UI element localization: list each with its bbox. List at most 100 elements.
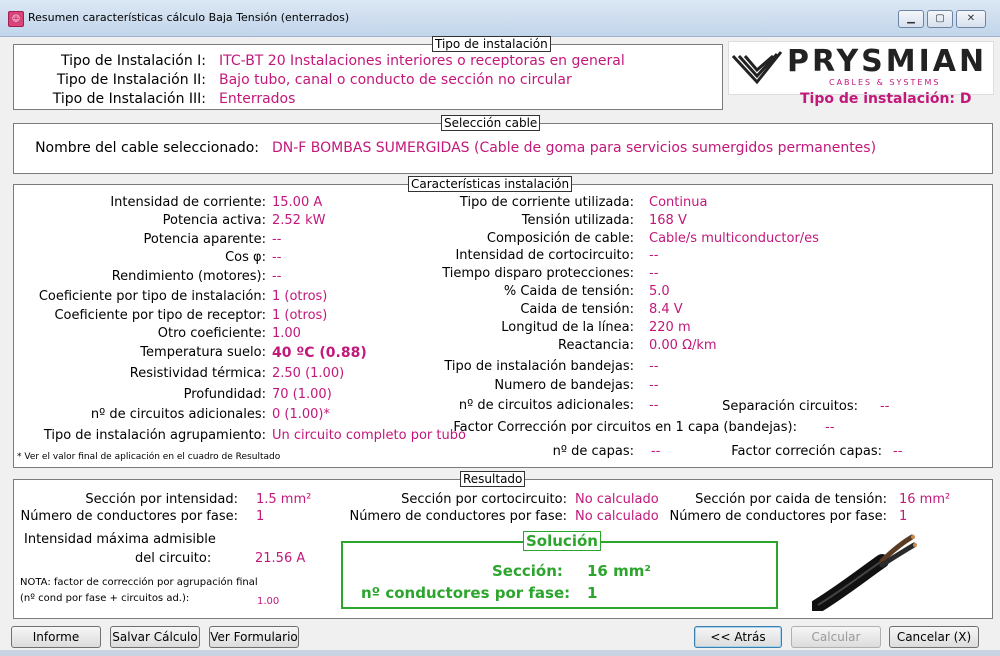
conductors-per-phase-1-value: 1 [256, 509, 265, 524]
tray-layer-factor-label: Factor Corrección por circuitos en 1 cap… [453, 420, 797, 435]
characteristic-right-value: 5.0 [649, 284, 670, 299]
section-by-voltage-drop-label: Sección por caida de tensión: [695, 492, 887, 507]
section-by-current-label: Sección por intensidad: [85, 492, 238, 507]
characteristic-right-value: 0.00 Ω/km [649, 338, 717, 353]
characteristic-right-label: Tipo de instalación bandejas: [444, 359, 634, 374]
characteristic-right-label: Reactancia: [558, 338, 634, 353]
characteristic-right-value: 8.4 V [649, 302, 683, 317]
characteristic-right-label: Tipo de corriente utilizada: [459, 195, 634, 210]
characteristic-right-value: 220 m [649, 320, 691, 335]
close-icon[interactable]: ✕ [956, 10, 986, 28]
result-legend: Resultado [460, 471, 526, 487]
characteristic-left-label: Coeficiente por tipo de receptor: [54, 308, 266, 323]
characteristic-right-label: Tiempo disparo protecciones: [442, 266, 634, 281]
characteristic-left-label: nº de circuitos adicionales: [90, 407, 266, 422]
note-line-2: (nº cond por fase + circuitos ad.): [20, 593, 190, 604]
section-by-shortcircuit-value: No calculado [575, 492, 659, 507]
characteristic-left-value: 0 (1.00)* [272, 407, 330, 422]
cable-selection-legend: Selección cable [441, 115, 541, 131]
maximize-icon[interactable]: ▢ [927, 10, 953, 28]
characteristic-right-value: Cable/s multiconductor/es [649, 231, 819, 246]
conductors-per-phase-3-value: 1 [899, 509, 908, 524]
characteristic-right-label: nº de circuitos adicionales: [458, 398, 634, 413]
characteristic-left-label: Intensidad de corriente: [110, 195, 266, 210]
characteristic-right-value: -- [649, 359, 659, 374]
cable-image [812, 525, 918, 611]
characteristic-left-label: Potencia aparente: [143, 232, 266, 247]
characteristic-left-value: 1 (otros) [272, 289, 328, 304]
window-controls: ▁ ▢ ✕ [898, 10, 986, 28]
characteristic-left-value: -- [272, 232, 282, 247]
layers-value: -- [651, 444, 661, 459]
installation-type-d: Tipo de instalación: D [800, 91, 972, 107]
conductors-per-phase-2-value: No calculado [575, 509, 659, 524]
solution-title: Solución [523, 531, 601, 551]
logo-subtext: CABLES & SYSTEMS [829, 78, 941, 87]
cancel-button[interactable]: Cancelar (X) [889, 626, 979, 648]
characteristic-left-label: Tipo de instalación agrupamiento: [43, 428, 266, 443]
installation-type-legend: Tipo de instalación [432, 36, 551, 52]
characteristic-left-value: 40 ºC (0.88) [272, 345, 367, 361]
section-by-current-value: 1.5 mm² [256, 492, 312, 507]
characteristic-right-label: Numero de bandejas: [494, 378, 634, 393]
view-form-button[interactable]: Ver Formulario [209, 626, 299, 648]
footnote: * Ver el valor final de aplicación en el… [17, 452, 281, 462]
characteristic-right-value: -- [649, 378, 659, 393]
prysmian-logo: PRYSMIAN CABLES & SYSTEMS [728, 41, 994, 95]
conductors-per-phase-1-label: Número de conductores por fase: [20, 509, 238, 524]
calculate-button[interactable]: Calcular [791, 626, 881, 648]
separation-value: -- [880, 399, 890, 414]
note-line-1: NOTA: factor de corrección por agrupació… [20, 577, 258, 588]
note-value: 1.00 [257, 596, 280, 607]
app-icon: ☺ [8, 11, 24, 27]
cable-name-label: Nombre del cable seleccionado: [35, 140, 259, 156]
characteristic-right-label: % Caida de tensión: [503, 284, 634, 299]
solution-section-label: Sección: [492, 562, 563, 580]
characteristic-right-value: 168 V [649, 213, 687, 228]
characteristic-right-label: Intensidad de cortocircuito: [455, 248, 634, 263]
installation-type-2-value: Bajo tubo, canal o conducto de sección n… [219, 72, 572, 88]
characteristic-left-label: Cos φ: [225, 250, 266, 265]
installation-type-1-value: ITC-BT 20 Instalaciones interiores o rec… [219, 53, 625, 69]
characteristic-left-value: 15.00 A [272, 195, 323, 210]
solution-section-value: 16 mm² [587, 562, 651, 580]
back-button[interactable]: << Atrás [694, 626, 782, 648]
section-by-shortcircuit-label: Sección por cortocircuito: [401, 492, 567, 507]
characteristic-right-label: Composición de cable: [486, 231, 634, 246]
minimize-icon[interactable]: ▁ [898, 10, 924, 28]
save-calculation-button[interactable]: Salvar Cálculo [110, 626, 200, 648]
characteristic-right-value: Continua [649, 195, 708, 210]
tray-layer-factor-value: -- [825, 420, 835, 435]
window-title: Resumen características cálculo Baja Ten… [28, 11, 350, 24]
characteristic-right-label: Caida de tensión: [520, 302, 634, 317]
installation-type-2-label: Tipo de Instalación II: [56, 72, 206, 88]
characteristics-legend: Características instalación [408, 176, 573, 192]
characteristic-left-value: Un circuito completo por tubo [272, 428, 466, 443]
characteristic-left-value: 2.50 (1.00) [272, 366, 345, 381]
characteristic-right-label: Longitud de la línea: [501, 320, 634, 335]
section-by-voltage-drop-value: 16 mm² [899, 492, 951, 507]
prysmian-logo-icon [731, 51, 783, 85]
taskbar [0, 650, 1000, 656]
title-bar: ☺ Resumen características cálculo Baja T… [0, 0, 1000, 37]
layers-factor-label: Factor correción capas: [731, 444, 882, 459]
conductors-per-phase-2-label: Número de conductores por fase: [349, 509, 567, 524]
characteristic-left-value: 70 (1.00) [272, 387, 332, 402]
installation-type-3-value: Enterrados [219, 91, 296, 107]
conductors-per-phase-3-label: Número de conductores por fase: [669, 509, 887, 524]
characteristic-right-value: -- [649, 398, 659, 413]
report-button[interactable]: Informe [11, 626, 101, 648]
max-current-label-1: Intensidad máxima admisible [24, 532, 216, 547]
characteristic-right-value: -- [649, 248, 659, 263]
characteristic-left-label: Profundidad: [183, 387, 266, 402]
max-current-value: 21.56 A [255, 551, 306, 566]
characteristic-right-value: -- [649, 266, 659, 281]
characteristic-left-value: -- [272, 269, 282, 284]
solution-conductors-label: nº conductores por fase: [361, 584, 571, 602]
characteristic-right-label: Tensión utilizada: [521, 213, 634, 228]
characteristic-left-value: 1.00 [272, 326, 301, 341]
max-current-label-2: del circuito: [135, 551, 212, 566]
layers-label: nº de capas: [552, 444, 634, 459]
solution-box: Solución Sección: 16 mm² nº conductores … [341, 531, 778, 609]
characteristic-left-value: 1 (otros) [272, 308, 328, 323]
